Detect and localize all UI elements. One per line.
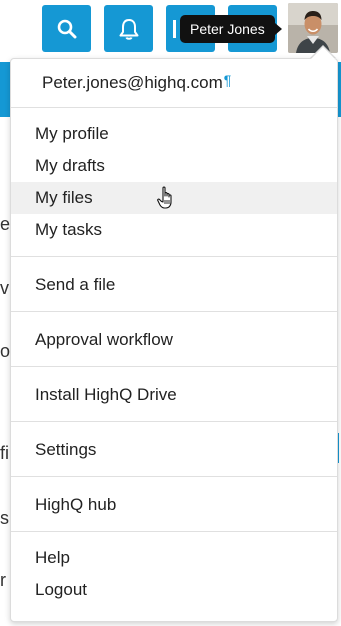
menu-item-help[interactable]: Help — [11, 542, 337, 574]
hand-pointer-cursor-icon — [157, 186, 172, 209]
menu-item-settings[interactable]: Settings — [11, 434, 337, 466]
menu-item-install-highq-drive[interactable]: Install HighQ Drive — [11, 379, 337, 411]
bell-icon — [119, 18, 138, 40]
background-page-fragment: fi — [0, 443, 9, 463]
menu-item-send-a-file[interactable]: Send a file — [11, 269, 337, 301]
search-icon — [57, 19, 76, 38]
menu-group-account: My profile My drafts My files My tasks — [11, 108, 337, 256]
menu-item-my-files[interactable]: My files — [11, 182, 337, 214]
background-page-fragment: s — [0, 508, 9, 528]
menu-item-my-drafts[interactable]: My drafts — [11, 150, 337, 182]
user-dropdown-menu: Peter.jones@highq.com¶ My profile My dra… — [10, 58, 338, 622]
background-page-fragment: e — [0, 214, 11, 234]
menu-item-my-files-label: My files — [35, 188, 93, 207]
background-page-fragment: r — [0, 570, 6, 590]
search-button[interactable] — [42, 5, 91, 52]
menu-item-approval-workflow[interactable]: Approval workflow — [11, 324, 337, 356]
menu-item-my-tasks[interactable]: My tasks — [11, 214, 337, 246]
menu-group-hub: HighQ hub — [11, 477, 337, 531]
menu-item-highq-hub[interactable]: HighQ hub — [11, 489, 337, 521]
menu-item-logout[interactable]: Logout — [11, 574, 337, 606]
menu-group-send: Send a file — [11, 257, 337, 311]
background-page-fragment: o — [0, 341, 11, 361]
menu-group-install: Install HighQ Drive — [11, 367, 337, 421]
menu-group-settings: Settings — [11, 422, 337, 476]
menu-caret — [311, 47, 335, 59]
menu-item-my-profile[interactable]: My profile — [11, 118, 337, 150]
user-email: Peter.jones@highq.com¶ — [11, 59, 337, 107]
background-page-fragment: v — [0, 278, 9, 298]
user-email-text: Peter.jones@highq.com — [42, 73, 223, 92]
background-header-strip — [0, 62, 10, 117]
pilcrow-mark: ¶ — [223, 72, 232, 88]
menu-group-approval: Approval workflow — [11, 312, 337, 366]
user-name-tooltip: Peter Jones — [180, 15, 282, 43]
notifications-button[interactable] — [104, 5, 153, 52]
menu-group-help: Help Logout — [11, 532, 337, 618]
